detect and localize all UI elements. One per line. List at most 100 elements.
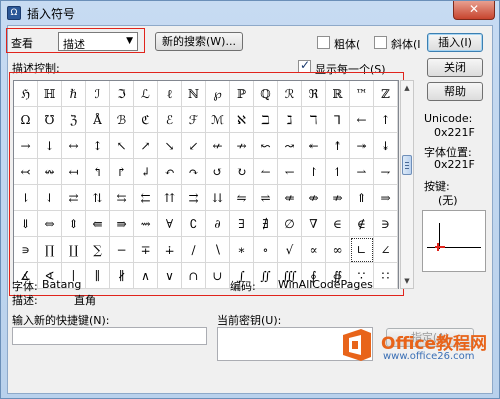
symbol-cell[interactable]: ∨ — [158, 263, 182, 289]
symbol-cell[interactable]: ↻ — [230, 159, 254, 185]
scroll-up-icon[interactable]: ▲ — [401, 81, 413, 95]
new-search-button[interactable]: 新的搜索(W)... — [155, 32, 243, 51]
symbol-cell[interactable]: ∍ — [14, 237, 38, 263]
symbol-cell[interactable]: ⇁ — [374, 159, 398, 185]
symbol-cell[interactable]: ⇒ — [374, 185, 398, 211]
symbol-cell[interactable]: ℓ — [158, 81, 182, 107]
symbol-cell[interactable]: ∷ — [374, 263, 398, 289]
symbol-cell[interactable]: ℘ — [206, 81, 230, 107]
symbol-cell[interactable]: ∧ — [134, 263, 158, 289]
symbol-cell[interactable]: ↜ — [254, 133, 278, 159]
symbol-cell[interactable]: ∘ — [254, 237, 278, 263]
symbol-cell[interactable]: ↺ — [206, 159, 230, 185]
symbol-cell[interactable]: ™ — [350, 81, 374, 107]
symbol-cell[interactable]: ℏ — [62, 81, 86, 107]
help-button[interactable]: 帮助 — [427, 82, 483, 101]
symbol-cell[interactable]: ∋ — [374, 211, 398, 237]
symbol-cell[interactable]: ⇄ — [62, 185, 86, 211]
symbol-cell[interactable]: ↑ — [374, 107, 398, 133]
symbol-cell[interactable]: ⇉ — [182, 185, 206, 211]
symbol-cell[interactable]: ℬ — [110, 107, 134, 133]
symbol-cell[interactable]: ℵ — [230, 107, 254, 133]
symbol-cell[interactable]: ↲ — [134, 159, 158, 185]
symbol-cell[interactable]: ∪ — [206, 263, 230, 289]
symbol-cell[interactable]: ℜ — [302, 81, 326, 107]
symbol-cell[interactable]: ∅ — [278, 211, 302, 237]
symbol-cell[interactable]: ⇃ — [38, 185, 62, 211]
symbol-cell[interactable]: ∠ — [374, 237, 398, 263]
symbol-cell[interactable]: ↠ — [350, 133, 374, 159]
symbol-cell[interactable]: ↟ — [326, 133, 350, 159]
symbol-cell[interactable]: ∐ — [62, 237, 86, 263]
symbol-cell[interactable]: ↱ — [110, 159, 134, 185]
window-close-button[interactable]: ✕ — [453, 1, 495, 20]
symbol-cell[interactable]: ∥ — [86, 263, 110, 289]
symbol-cell[interactable]: ↷ — [182, 159, 206, 185]
symbol-cell[interactable]: ⇛ — [110, 211, 134, 237]
symbol-cell[interactable]: ⇑ — [350, 185, 374, 211]
symbol-cell[interactable]: ℰ — [158, 107, 182, 133]
symbol-cell[interactable]: ⇌ — [254, 185, 278, 211]
symbol-cell[interactable]: ⅂ — [326, 107, 350, 133]
symbol-cell[interactable]: ∃ — [230, 211, 254, 237]
symbol-cell[interactable]: ⇎ — [302, 185, 326, 211]
symbol-grid[interactable]: ℌ ℍℏ ℐ ℑ ℒℓ ℕ ℘ ℙ ℚ ℛ ℜ ℝ ™ ℤ Ω ℧ ℨ Å ℬ ℭ ℰ ℱ ℳ ℵ ℶ ℷ ℸ ⅂ ← ↑ → ↓ ↔ ↕ ↖ ↗ ↘ ↙… — [13, 80, 399, 289]
symbol-cell[interactable]: ↘ — [158, 133, 182, 159]
symbol-cell[interactable]: ⇅ — [86, 185, 110, 211]
new-shortcut-input[interactable] — [12, 327, 207, 345]
symbol-cell[interactable]: Å — [86, 107, 110, 133]
symbol-cell[interactable]: ∈ — [326, 211, 350, 237]
symbol-cell[interactable]: ↤ — [62, 159, 86, 185]
symbol-cell[interactable]: ℧ — [38, 107, 62, 133]
close-button[interactable]: 关闭 — [427, 58, 483, 77]
symbol-cell[interactable]: ↢ — [14, 159, 38, 185]
symbol-cell[interactable]: ↾ — [302, 159, 326, 185]
symbol-cell[interactable]: ∬ — [254, 263, 278, 289]
symbol-cell[interactable]: ∓ — [134, 237, 158, 263]
symbol-cell[interactable]: ℒ — [134, 81, 158, 107]
symbol-cell[interactable]: → — [14, 133, 38, 159]
symbol-cell[interactable]: ⇈ — [158, 185, 182, 211]
symbol-cell[interactable]: ℤ — [374, 81, 398, 107]
symbol-cell[interactable]: ⇏ — [326, 185, 350, 211]
symbol-cell[interactable]: ↙ — [182, 133, 206, 159]
symbol-cell[interactable]: ⇔ — [38, 211, 62, 237]
symbol-cell[interactable]: ↚ — [206, 133, 230, 159]
italic-checkbox[interactable] — [374, 36, 387, 49]
symbol-cell[interactable]: ↔ — [62, 133, 86, 159]
symbol-cell[interactable]: ⇆ — [110, 185, 134, 211]
symbol-cell[interactable]: ℚ — [254, 81, 278, 107]
symbol-cell[interactable]: ↶ — [158, 159, 182, 185]
symbol-cell[interactable]: ℙ — [230, 81, 254, 107]
symbol-cell[interactable]: Ω — [14, 107, 38, 133]
symbol-cell[interactable]: ↼ — [254, 159, 278, 185]
scroll-thumb[interactable] — [402, 155, 412, 175]
symbol-cell[interactable]: ∔ — [158, 237, 182, 263]
symbol-cell[interactable]: − — [110, 237, 134, 263]
symbol-cell[interactable]: √ — [278, 237, 302, 263]
symbol-cell[interactable]: ℛ — [278, 81, 302, 107]
symbol-cell[interactable]: ∁ — [182, 211, 206, 237]
symbol-cell[interactable]: ↡ — [374, 133, 398, 159]
symbol-cell[interactable]: ⇍ — [278, 185, 302, 211]
symbol-cell[interactable]: ∖ — [206, 237, 230, 263]
symbol-cell[interactable]: ℶ — [254, 107, 278, 133]
symbol-cell[interactable]: ∕ — [182, 237, 206, 263]
symbol-cell[interactable]: ℑ — [110, 81, 134, 107]
symbol-cell[interactable]: ∞ — [326, 237, 350, 263]
symbol-cell[interactable]: ∗ — [230, 237, 254, 263]
symbol-cell[interactable]: ⇕ — [62, 211, 86, 237]
symbol-cell[interactable]: ↿ — [326, 159, 350, 185]
symbol-cell[interactable]: ∄ — [254, 211, 278, 237]
symbol-cell[interactable]: ∂ — [206, 211, 230, 237]
symbol-cell[interactable]: ↝ — [278, 133, 302, 159]
symbol-cell[interactable]: ∉ — [350, 211, 374, 237]
symbol-cell[interactable]: ℍ — [38, 81, 62, 107]
symbol-cell[interactable]: ∑ — [86, 237, 110, 263]
symbol-cell[interactable]: ↞ — [302, 133, 326, 159]
symbol-cell[interactable]: ∩ — [182, 263, 206, 289]
symbol-cell[interactable]: ∝ — [302, 237, 326, 263]
symbol-cell[interactable]: ↗ — [134, 133, 158, 159]
grid-scrollbar[interactable]: ▲ ▼ — [400, 80, 414, 289]
bold-checkbox[interactable] — [317, 36, 330, 49]
